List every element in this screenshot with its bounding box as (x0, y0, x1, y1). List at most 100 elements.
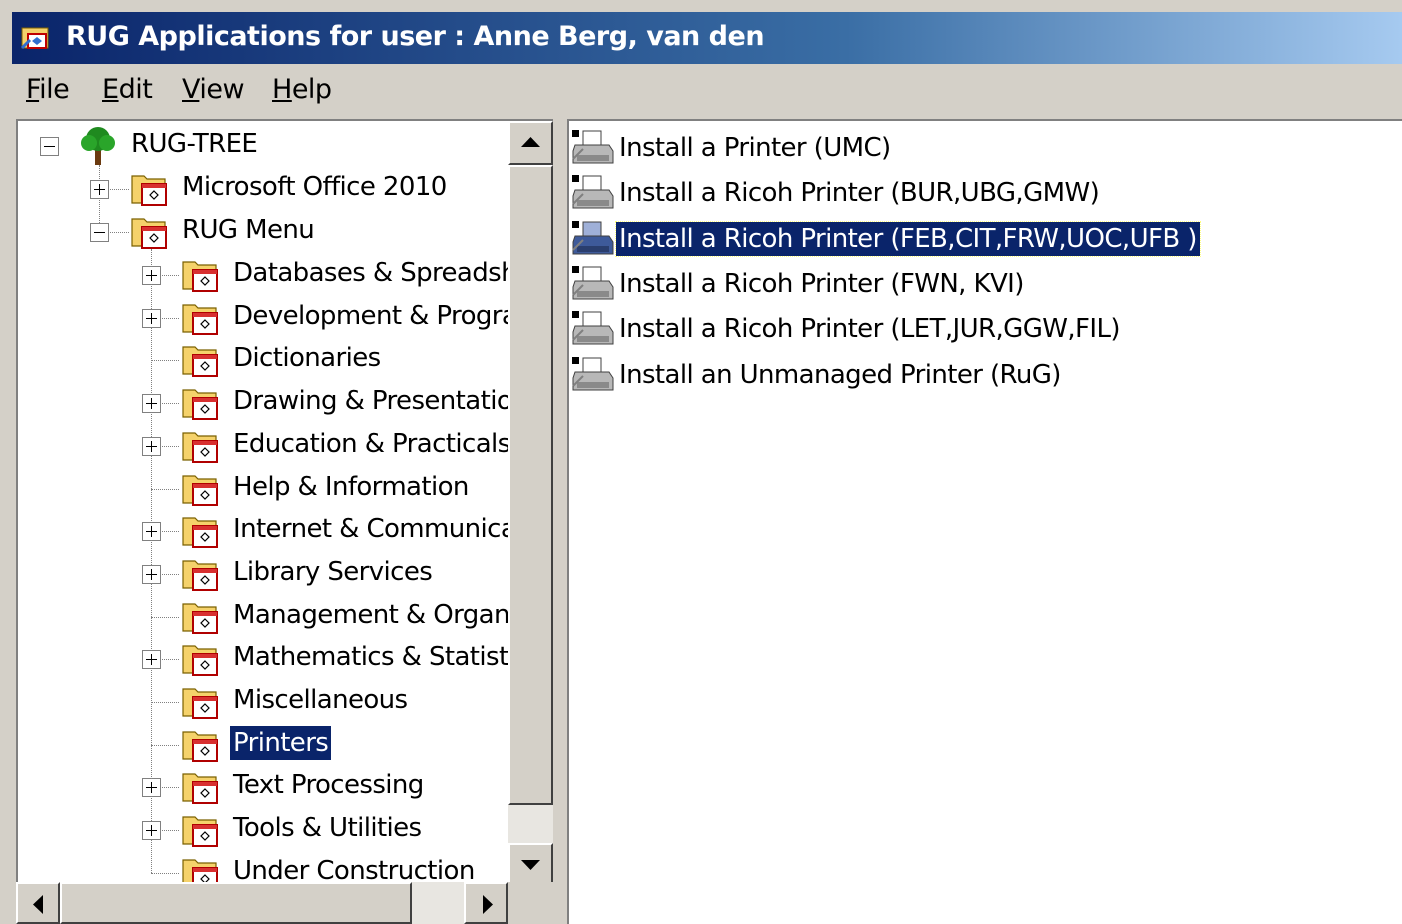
tree-item[interactable]: Mathematics & Statistics (18, 638, 548, 680)
menu-view-rest: iew (199, 74, 245, 105)
scroll-thumb[interactable] (60, 882, 412, 924)
tree-item-label: Development & Programming (233, 300, 553, 331)
expand-toggle[interactable] (142, 436, 161, 456)
scroll-thumb[interactable] (508, 165, 553, 805)
printer-icon (572, 175, 614, 209)
tree-item[interactable]: Internet & Communication (18, 510, 553, 552)
list-item[interactable]: Install a Ricoh Printer (FWN, KVI) (571, 261, 1391, 305)
list-item-label: Install a Printer (UMC) (619, 133, 891, 163)
list-item-label: Install an Unmanaged Printer (RuG) (619, 359, 1061, 390)
expand-toggle[interactable] (142, 564, 161, 584)
tree-item-label: Printers (230, 725, 332, 760)
list-item-label: Install a Ricoh Printer (FWN, KVI) (619, 268, 1024, 299)
tree-item[interactable]: Drawing & Presentation (18, 382, 548, 424)
list-item-label: Install a Ricoh Printer (LET,JUR,GGW,FIL… (619, 314, 1120, 345)
tree-line (151, 872, 179, 874)
menu-help-rest: elp (291, 74, 332, 105)
tree-horizontal-scrollbar[interactable] (16, 882, 508, 924)
tree-vertical-scrollbar[interactable] (508, 121, 553, 887)
title-bar[interactable]: RUG Applications for user : Anne Berg, v… (12, 12, 1402, 64)
tree-item[interactable]: Microsoft Office 2010 (18, 168, 548, 210)
tree-item-label: Management & Organisation (233, 599, 553, 630)
list-item[interactable]: Install a Printer (UMC) (571, 125, 1391, 169)
list-item[interactable]: Install an Unmanaged Printer (RuG) (571, 352, 1391, 396)
folder-icon (182, 773, 218, 805)
arrow-up-icon (521, 137, 540, 147)
expand-toggle[interactable] (142, 308, 161, 328)
tree-item-label: RUG Menu (182, 215, 315, 245)
expand-toggle[interactable] (142, 522, 161, 542)
tree-icon (81, 127, 115, 165)
list-item[interactable]: Install a Ricoh Printer (LET,JUR,GGW,FIL… (571, 306, 1391, 350)
tree-item-label: Drawing & Presentation (233, 386, 529, 417)
expand-toggle[interactable] (142, 778, 161, 798)
menu-edit[interactable]: Edit (102, 74, 153, 105)
menu-help-accel: H (272, 74, 292, 105)
tree-view[interactable]: RUG-TREE Microsoft Office 2010 RUG Menu D… (16, 119, 553, 924)
tree-item[interactable]: Education & Practicals (18, 425, 548, 467)
menu-help[interactable]: Help (272, 74, 332, 105)
menu-file-accel: F (26, 74, 40, 105)
expand-toggle[interactable] (142, 821, 161, 841)
app-icon (20, 27, 49, 50)
tree-item[interactable]: Dictionaries (18, 339, 548, 381)
menu-file[interactable]: File (26, 74, 70, 105)
folder-icon (182, 688, 218, 719)
folder-icon (131, 175, 167, 206)
menu-edit-accel: E (102, 74, 119, 105)
scroll-up-button[interactable] (508, 121, 553, 165)
folder-icon (182, 731, 218, 762)
menu-file-rest: ile (39, 74, 70, 105)
tree-item[interactable]: Miscellaneous (18, 681, 548, 723)
list-item-label: Install a Ricoh Printer (FEB,CIT,FRW,UOC… (615, 220, 1201, 257)
expand-toggle[interactable] (142, 394, 161, 414)
scroll-left-button[interactable] (16, 882, 60, 924)
printer-icon (572, 130, 614, 164)
tree-item[interactable]: Help & Information (18, 468, 548, 510)
tree-line (151, 702, 179, 703)
printer-icon (572, 265, 614, 300)
tree-line (151, 360, 179, 362)
scroll-down-button[interactable] (508, 843, 553, 887)
collapse-toggle[interactable] (90, 223, 109, 242)
tree-item[interactable]: Management & Organisation (18, 596, 553, 638)
tree-item-label: Help & Information (233, 471, 469, 502)
app-window: RUG Applications for user : Anne Berg, v… (0, 0, 1402, 924)
collapse-toggle[interactable] (40, 137, 59, 156)
list-item[interactable]: Install a Ricoh Printer (BUR,UBG,GMW) (571, 170, 1391, 214)
tree-item-label: Education & Practicals (233, 428, 511, 459)
tree-item[interactable]: Printers (18, 724, 548, 766)
tree-line (151, 488, 179, 490)
tree-item[interactable]: Databases & Spreadsheets (18, 254, 553, 296)
tree-item-label: Tools & Utilities (233, 813, 422, 844)
tree-item-label: Databases & Spreadsheets (233, 258, 553, 288)
scroll-right-button[interactable] (464, 882, 508, 924)
folder-icon (182, 304, 218, 335)
folder-icon (182, 517, 218, 549)
folder-icon (182, 602, 218, 634)
tree-item-label: Microsoft Office 2010 (182, 172, 447, 202)
printer-icon (572, 356, 614, 390)
list-item[interactable]: Install a Ricoh Printer (FEB,CIT,FRW,UOC… (571, 216, 1391, 260)
tree-item[interactable]: Tools & Utilities (18, 809, 548, 851)
expand-toggle[interactable] (90, 180, 109, 199)
tree-item[interactable]: Library Services (18, 553, 548, 595)
folder-icon (131, 218, 167, 249)
tree-item[interactable]: RUG Menu (18, 211, 548, 253)
tree-root[interactable]: RUG-TREE (18, 125, 548, 167)
application-list[interactable]: Install a Printer (UMC) Install a Ricoh P… (567, 119, 1402, 924)
folder-icon (182, 474, 218, 506)
tree-item[interactable]: Text Processing (18, 766, 548, 808)
menu-view[interactable]: View (182, 74, 245, 105)
expand-toggle[interactable] (142, 266, 161, 285)
tree-item-label: Library Services (233, 556, 433, 587)
tree-item-label: Dictionaries (233, 343, 381, 374)
folder-icon (182, 389, 218, 421)
tree-item[interactable]: Development & Programming (18, 297, 553, 339)
arrow-right-icon (483, 895, 493, 914)
expand-toggle[interactable] (142, 650, 161, 670)
window-title: RUG Applications for user : Anne Berg, v… (66, 21, 765, 52)
tree-root-label: RUG-TREE (131, 129, 258, 159)
folder-icon (182, 645, 218, 677)
tree-line (151, 744, 179, 746)
